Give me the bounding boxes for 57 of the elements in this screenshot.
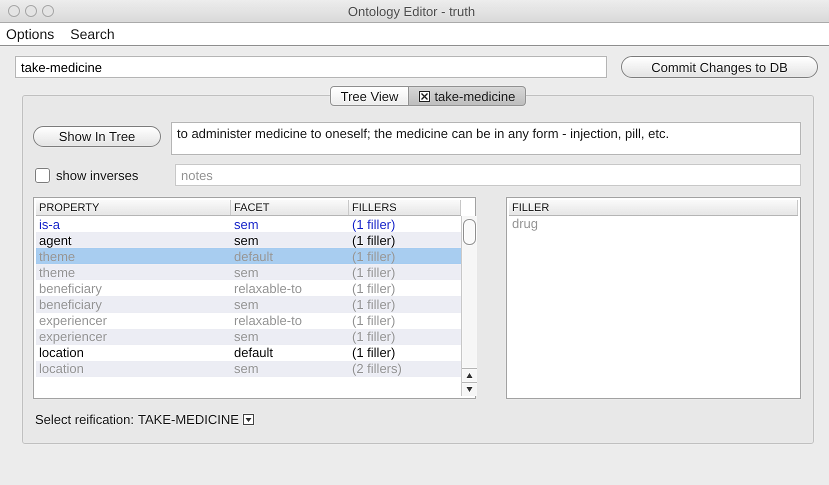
close-icon[interactable]	[419, 90, 430, 102]
notes-field[interactable]: notes	[175, 164, 801, 186]
table-cell-text: (1 filler)	[351, 280, 396, 296]
table-row[interactable]: agent sem (1 filler)	[36, 232, 461, 248]
table-cell-text: (1 filler)	[351, 313, 396, 328]
table-cell-text: location	[38, 361, 85, 376]
table-cell-text: beneficiary	[38, 297, 103, 312]
column-header[interactable]: FILLERS	[349, 200, 461, 215]
table-cell-text: (1 filler)	[351, 345, 396, 360]
table-cell-text: agent	[38, 232, 73, 248]
scroll-thumb[interactable]	[463, 219, 476, 245]
table-cell-text: theme	[38, 248, 76, 264]
table-cell-text: default	[233, 248, 274, 264]
window-control-icon[interactable]	[8, 5, 20, 17]
scrollbar[interactable]	[461, 216, 477, 396]
window-control-icon[interactable]	[42, 5, 54, 17]
table-cell-text: (2 fillers)	[351, 361, 403, 376]
window-control-icon[interactable]	[25, 5, 37, 17]
reification-value: TAKE-MEDICINE	[138, 412, 239, 427]
table-cell-text: is-a	[38, 216, 61, 232]
tab[interactable]: take-medicine	[409, 86, 526, 106]
table-cell-text: (1 filler)	[351, 297, 396, 312]
checkbox-label: show inverses	[56, 168, 138, 182]
definition-field[interactable]: to administer medicine to oneself; the medicine can be in any form - injection, pill, etc.	[171, 122, 801, 155]
column-header[interactable]: FILLER	[509, 200, 798, 215]
table-cell-text: drug	[511, 216, 540, 231]
table-cell-text: sem	[233, 216, 260, 232]
table-cell-text: relaxable-to	[233, 280, 303, 296]
table-cell-text: (1 filler)	[351, 329, 396, 344]
reification-label: Select reification:	[35, 412, 134, 427]
table-cell-text: (1 filler)	[351, 216, 396, 232]
checkbox[interactable]	[35, 168, 50, 182]
table-cell-text: (1 filler)	[351, 232, 396, 248]
menu-item[interactable]: Search	[70, 26, 115, 42]
column-header[interactable]: PROPERTY	[36, 200, 231, 215]
table-cell-text: location	[38, 345, 85, 360]
table-cell-text: (1 filler)	[351, 264, 396, 280]
search-field[interactable]: take-medicine	[15, 56, 607, 78]
table-cell-text: (1 filler)	[351, 248, 396, 264]
table-cell-text: beneficiary	[38, 280, 103, 296]
table-cell-text: sem	[233, 232, 260, 248]
table-cell-text: relaxable-to	[233, 313, 303, 328]
table-cell-text: experiencer	[38, 313, 108, 328]
table-cell-text: sem	[233, 297, 260, 312]
table-cell-text: sem	[233, 329, 260, 344]
column-header[interactable]: FACET	[231, 200, 349, 215]
window-title: Ontology Editor - truth	[348, 4, 476, 18]
table-cell-text: theme	[38, 264, 76, 280]
table-cell-text: sem	[233, 264, 260, 280]
commit-button[interactable]: Commit Changes to DB	[621, 56, 818, 78]
menu-item[interactable]: Options	[6, 26, 54, 42]
table-cell-text: default	[233, 345, 274, 360]
dropdown-icon[interactable]	[242, 414, 254, 425]
show-in-tree-button[interactable]: Show In Tree	[33, 126, 161, 147]
table-cell-text: sem	[233, 361, 260, 376]
table-cell-text: experiencer	[38, 329, 108, 344]
tab[interactable]: Tree View	[330, 86, 410, 106]
